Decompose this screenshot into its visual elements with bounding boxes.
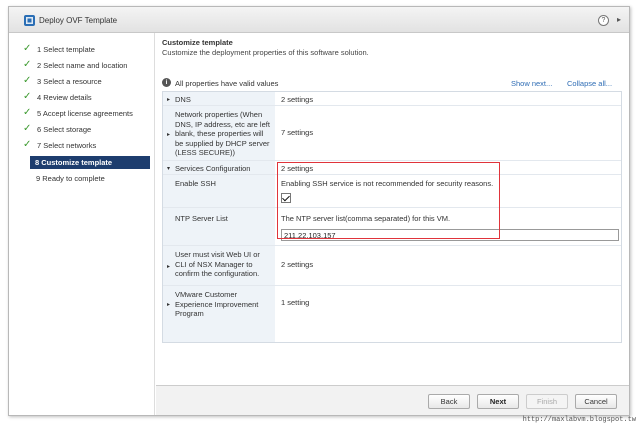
- property-label-cell: ▸ Network properties (When DNS, IP addre…: [163, 106, 275, 160]
- step-label: 2 Select name and location: [37, 61, 128, 70]
- page-title: Customize template: [162, 38, 233, 47]
- property-label: Enable SSH: [175, 179, 216, 188]
- property-description: The NTP server list(comma separated) for…: [281, 214, 451, 223]
- property-row-network[interactable]: ▸ Network properties (When DNS, IP addre…: [163, 106, 621, 161]
- checkmark-icon: ✓: [23, 107, 32, 118]
- step-label: 5 Accept license agreements: [37, 109, 133, 118]
- validation-status: All properties have valid values: [175, 79, 279, 88]
- dialog-window: Deploy OVF Template ? ▸ ✓ 1 Select templ…: [8, 6, 630, 416]
- property-label-cell: ▸ User must visit Web UI or CLI of NSX M…: [163, 246, 275, 285]
- wizard-steps: ✓ 1 Select template ✓ 2 Select name and …: [9, 33, 155, 415]
- step-label: 6 Select storage: [37, 125, 92, 134]
- collapse-all-link[interactable]: Collapse all...: [567, 79, 612, 88]
- property-value: 7 settings: [281, 128, 314, 137]
- step-accept-license[interactable]: ✓ 5 Accept license agreements: [19, 107, 155, 120]
- expand-icon[interactable]: ▸: [617, 15, 621, 24]
- step-label: 9 Ready to complete: [36, 174, 105, 183]
- finish-button[interactable]: Finish: [526, 394, 568, 409]
- property-label: DNS: [175, 95, 191, 104]
- expand-arrow-icon[interactable]: ▸: [167, 131, 170, 138]
- property-label-cell: ▾ Services Configuration: [163, 161, 275, 174]
- step-label: 3 Select a resource: [37, 77, 102, 86]
- watermark: http://maxlabvm.blogspot.tw: [522, 416, 636, 424]
- property-label: User must visit Web UI or CLI of NSX Man…: [175, 250, 260, 278]
- step-select-networks[interactable]: ✓ 7 Select networks: [19, 139, 155, 152]
- expand-arrow-icon[interactable]: ▸: [167, 96, 170, 103]
- ntp-server-input[interactable]: [281, 229, 619, 241]
- help-icon[interactable]: ?: [598, 15, 609, 26]
- property-label-cell: ▸ DNS: [163, 92, 275, 105]
- property-row-ssh: Enable SSH Enabling SSH service is not r…: [163, 175, 621, 208]
- step-select-name[interactable]: ✓ 2 Select name and location: [19, 59, 155, 72]
- back-button[interactable]: Back: [428, 394, 470, 409]
- grid-filler: [163, 322, 275, 342]
- properties-grid: ▸ DNS 2 settings ▸ Network properties (W…: [162, 91, 622, 343]
- property-description: Enabling SSH service is not recommended …: [281, 179, 494, 188]
- cancel-button[interactable]: Cancel: [575, 394, 617, 409]
- property-label-cell: NTP Server List: [163, 208, 275, 245]
- checkmark-icon: ✓: [23, 75, 32, 86]
- expand-arrow-icon[interactable]: ▸: [167, 301, 170, 308]
- property-value: 2 settings: [281, 95, 314, 104]
- step-label: 8 Customize template: [35, 158, 113, 167]
- step-select-template[interactable]: ✓ 1 Select template: [19, 43, 155, 56]
- step-review-details[interactable]: ✓ 4 Review details: [19, 91, 155, 104]
- property-label: NTP Server List: [175, 214, 228, 223]
- collapse-arrow-icon[interactable]: ▾: [167, 165, 170, 172]
- property-label: Network properties (When DNS, IP address…: [175, 110, 270, 157]
- show-next-link[interactable]: Show next...: [511, 79, 552, 88]
- step-select-storage[interactable]: ✓ 6 Select storage: [19, 123, 155, 136]
- property-value: 2 settings: [281, 260, 314, 269]
- step-label: 7 Select networks: [37, 141, 97, 150]
- step-customize-template[interactable]: 8 Customize template: [30, 156, 150, 169]
- checkmark-icon: ✓: [23, 91, 32, 102]
- checkmark-icon: ✓: [23, 59, 32, 70]
- title-bar: Deploy OVF Template ? ▸: [9, 7, 629, 33]
- page-subtitle: Customize the deployment properties of t…: [162, 48, 369, 57]
- property-row-ntp: NTP Server List The NTP server list(comm…: [163, 208, 621, 246]
- window-title: Deploy OVF Template: [39, 16, 118, 25]
- property-value: 2 settings: [281, 164, 314, 173]
- step-select-resource[interactable]: ✓ 3 Select a resource: [19, 75, 155, 88]
- property-row-webui[interactable]: ▸ User must visit Web UI or CLI of NSX M…: [163, 246, 621, 286]
- property-label: VMware Customer Experience Improvement P…: [175, 290, 259, 318]
- enable-ssh-checkbox[interactable]: [281, 193, 291, 203]
- info-icon: i: [162, 78, 171, 87]
- next-button[interactable]: Next: [477, 394, 519, 409]
- checkmark-icon: ✓: [23, 139, 32, 150]
- step-label: 1 Select template: [37, 45, 95, 54]
- property-label-cell: ▸ VMware Customer Experience Improvement…: [163, 286, 275, 322]
- main-content: Customize template Customize the deploym…: [156, 33, 629, 385]
- checkmark-icon: ✓: [23, 43, 32, 54]
- wizard-footer: Back Next Finish Cancel: [156, 385, 629, 415]
- property-row-ceip[interactable]: ▸ VMware Customer Experience Improvement…: [163, 286, 621, 322]
- expand-arrow-icon[interactable]: ▸: [167, 263, 170, 270]
- property-label-cell: Enable SSH: [163, 175, 275, 207]
- checkmark-icon: ✓: [23, 123, 32, 134]
- property-label: Services Configuration: [175, 164, 251, 173]
- property-row-services[interactable]: ▾ Services Configuration 2 settings: [163, 161, 621, 175]
- step-label: 4 Review details: [37, 93, 92, 102]
- property-value: 1 setting: [281, 298, 310, 307]
- step-ready-to-complete[interactable]: 9 Ready to complete: [19, 172, 155, 185]
- vsphere-icon: [24, 15, 35, 26]
- property-row-dns[interactable]: ▸ DNS 2 settings: [163, 92, 621, 106]
